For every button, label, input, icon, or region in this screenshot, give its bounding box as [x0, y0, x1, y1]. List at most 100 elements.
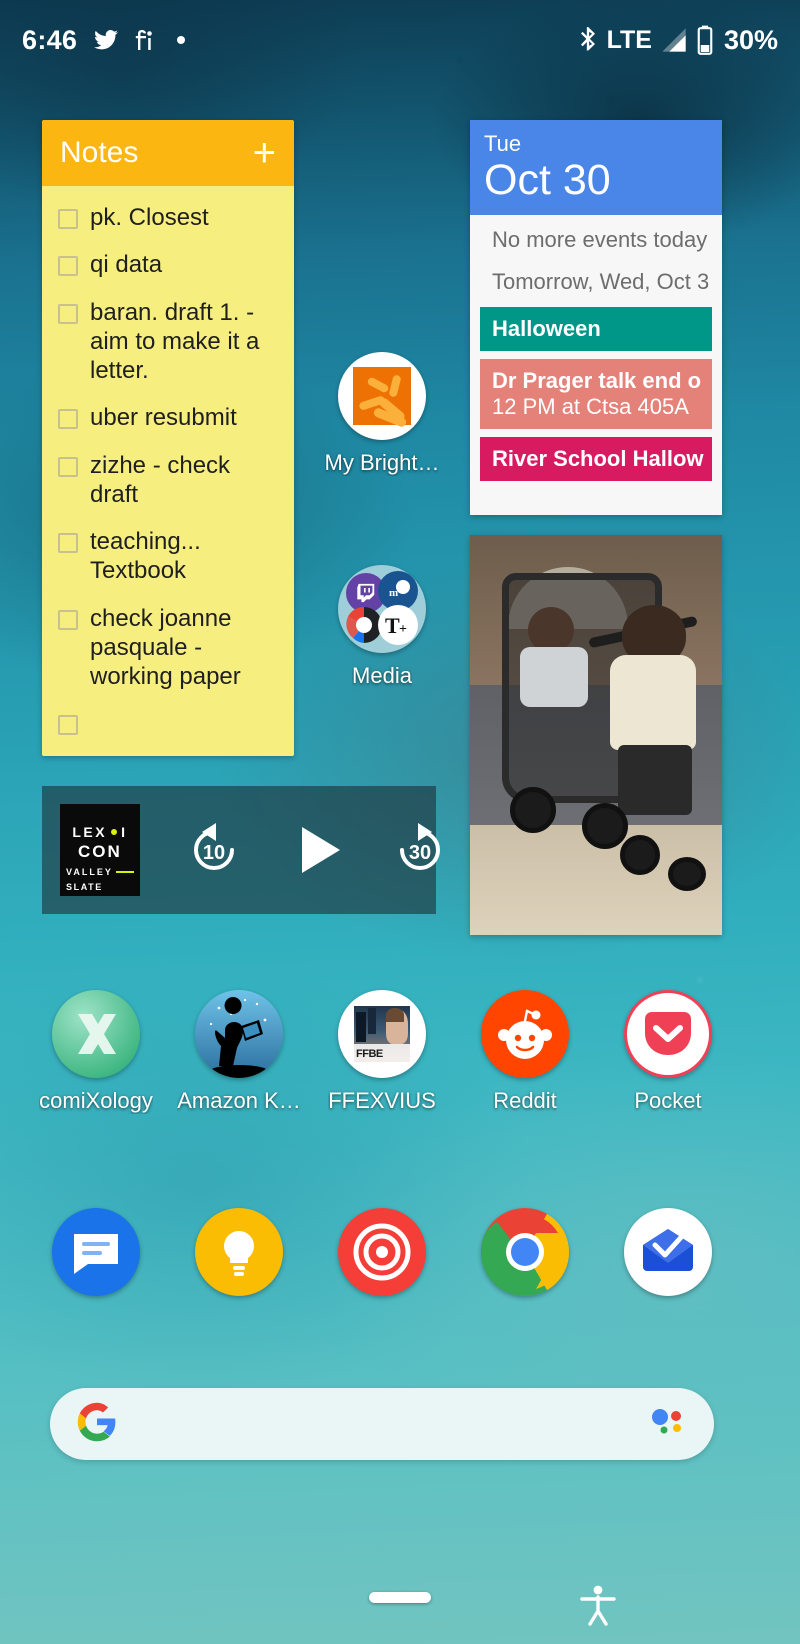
podcast-art-line2: CON — [78, 841, 122, 861]
battery-icon — [696, 25, 714, 55]
calendar-event-title: Halloween — [492, 316, 601, 341]
podcast-album-art[interactable]: LEX I CON VALLEY SLATE — [60, 804, 140, 896]
photo-child-legs — [618, 745, 692, 815]
note-label: baran. draft 1. - aim to make it a lette… — [90, 298, 260, 385]
calendar-event[interactable]: Dr Prager talk end o 12 PM at Ctsa 405A — [480, 359, 712, 429]
note-checkbox[interactable] — [58, 533, 78, 554]
note-item[interactable] — [42, 700, 294, 744]
note-item[interactable]: uber resubmit — [42, 394, 294, 441]
photo-stroller-wheel — [582, 803, 628, 849]
calendar-event-title: River School Hallow — [492, 446, 704, 471]
svg-text:30: 30 — [409, 842, 431, 864]
app-my-brightwheel[interactable]: My Bright… — [312, 352, 452, 476]
comixology-icon[interactable] — [52, 990, 140, 1078]
google-fi-icon — [135, 27, 159, 53]
note-checkbox[interactable] — [58, 409, 78, 430]
note-item[interactable]: pk. Closest — [42, 194, 294, 241]
notes-widget[interactable]: Notes + pk. Closest qi data baran. draft… — [42, 120, 294, 757]
rewind-10-button[interactable]: 10 — [182, 818, 246, 882]
note-checkbox[interactable] — [58, 609, 78, 630]
calendar-event[interactable]: Halloween — [480, 307, 712, 351]
forward-30-button[interactable]: 30 — [388, 818, 452, 882]
add-note-button[interactable]: + — [253, 133, 276, 173]
note-item[interactable]: teaching... Textbook — [42, 518, 294, 595]
podcast-art-line4: SLATE — [66, 882, 103, 892]
note-label: qi data — [90, 251, 163, 279]
notes-widget-header[interactable]: Notes + — [42, 120, 294, 186]
note-checkbox[interactable] — [58, 715, 78, 736]
app-label: Reddit — [493, 1088, 557, 1113]
play-button[interactable] — [286, 819, 348, 881]
svg-text:10: 10 — [203, 842, 225, 864]
dock-app-newton-mail[interactable] — [598, 1208, 738, 1306]
google-keep-icon[interactable] — [195, 1208, 283, 1296]
app-label: Pocket — [634, 1088, 702, 1113]
dock-app-google-keep[interactable] — [169, 1208, 309, 1306]
battery-percent-label: 30% — [723, 24, 778, 55]
media-folder-icon[interactable]: m T + — [338, 565, 426, 653]
photo-child-shoe — [668, 857, 706, 891]
status-bar-right: LTE 30% — [577, 25, 778, 56]
note-label: zizhe - check draft — [90, 451, 231, 508]
calendar-event-list: No more events today Tomorrow, Wed, Oct … — [470, 215, 722, 481]
network-type-label: LTE — [606, 25, 652, 54]
google-g-icon[interactable] — [76, 1401, 118, 1448]
app-label: Amazon K… — [177, 1088, 301, 1113]
note-checkbox[interactable] — [58, 456, 78, 477]
calendar-header[interactable]: Tue Oct 30 — [470, 120, 722, 215]
app-ffexvius[interactable]: FFBE FFEXVIUS — [312, 990, 452, 1114]
note-item[interactable]: baran. draft 1. - aim to make it a lette… — [42, 289, 294, 395]
pocket-icon[interactable] — [624, 990, 712, 1078]
ffexvius-icon[interactable]: FFBE — [338, 990, 426, 1078]
note-label: teaching... Textbook — [90, 528, 201, 585]
newton-mail-icon[interactable] — [624, 1208, 712, 1296]
note-item[interactable]: check joanne pasquale - working paper — [42, 595, 294, 701]
folder-media[interactable]: m T + Media — [312, 565, 452, 689]
google-assistant-icon[interactable] — [648, 1407, 688, 1442]
pocket-casts-icon[interactable] — [338, 1208, 426, 1296]
app-reddit[interactable]: Reddit — [455, 990, 595, 1114]
navigation-bar — [0, 1570, 800, 1644]
podcast-art-line1: LEX I — [72, 823, 128, 840]
dock-app-messages[interactable] — [26, 1208, 166, 1306]
note-checkbox[interactable] — [58, 303, 78, 324]
podcast-art-line3: VALLEY — [66, 867, 134, 877]
dock-app-pocket-casts[interactable] — [312, 1208, 452, 1306]
app-comixology[interactable]: comiXology — [26, 990, 166, 1114]
reddit-icon[interactable] — [481, 990, 569, 1078]
mybrightwheel-icon[interactable] — [338, 352, 426, 440]
note-checkbox[interactable] — [58, 256, 78, 277]
note-label: check joanne pasquale - working paper — [90, 604, 241, 691]
status-bar: 6:46 LTE 30% — [0, 0, 800, 80]
svg-text:T: T — [385, 613, 400, 638]
app-pocket[interactable]: Pocket — [598, 990, 738, 1114]
status-bar-left: 6:46 — [22, 25, 187, 56]
new-york-times-icon: T + — [378, 605, 418, 645]
calendar-event[interactable]: River School Hallow — [480, 437, 712, 481]
notes-list: pk. Closest qi data baran. draft 1. - ai… — [42, 186, 294, 757]
app-label: comiXology — [39, 1088, 153, 1113]
calendar-event-subtitle: 12 PM at Ctsa 405A — [492, 394, 689, 419]
note-checkbox[interactable] — [58, 209, 78, 229]
amazon-kindle-icon[interactable] — [195, 990, 283, 1078]
calendar-date: Oct 30 — [484, 156, 611, 205]
messages-icon[interactable] — [52, 1208, 140, 1296]
chrome-icon[interactable] — [481, 1208, 569, 1296]
calendar-weekday: Tue — [484, 131, 522, 156]
accessibility-icon[interactable] — [578, 1582, 618, 1633]
dot-icon — [175, 34, 187, 46]
note-item[interactable]: qi data — [42, 241, 294, 288]
notes-title: Notes — [60, 136, 139, 169]
app-amazon-kindle[interactable]: Amazon K… — [169, 990, 309, 1114]
google-search-bar[interactable] — [50, 1388, 714, 1460]
photo-frame-widget[interactable] — [470, 535, 722, 935]
calendar-tomorrow-text: Tomorrow, Wed, Oct 3 — [492, 269, 710, 294]
note-item[interactable]: zizhe - check draft — [42, 442, 294, 519]
dock-app-chrome[interactable] — [455, 1208, 595, 1306]
folder-label: Media — [352, 663, 412, 688]
calendar-widget[interactable]: Tue Oct 30 No more events today Tomorrow… — [470, 120, 722, 515]
photo-baby-body — [520, 647, 588, 707]
podcast-player-widget[interactable]: LEX I CON VALLEY SLATE 10 30 — [42, 786, 440, 914]
signal-icon — [660, 26, 688, 54]
home-gesture-pill[interactable] — [369, 1592, 431, 1603]
